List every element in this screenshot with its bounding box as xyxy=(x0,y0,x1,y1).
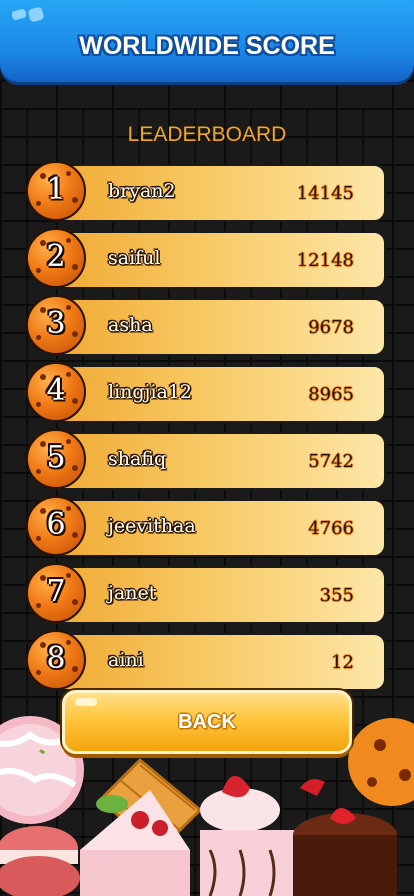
player-name: aini xyxy=(108,649,144,671)
player-score: 12148 xyxy=(296,250,354,271)
player-score: 8965 xyxy=(308,384,354,405)
player-name: lingjia12 xyxy=(108,381,193,403)
page-title: WORLDWIDE SCORE xyxy=(79,32,335,60)
cupcake-icon xyxy=(200,775,295,896)
back-button[interactable]: BACK xyxy=(62,690,352,754)
player-score: 9678 xyxy=(308,317,354,338)
player-score: 4766 xyxy=(308,518,354,539)
player-score: 355 xyxy=(319,585,354,606)
cookie-icon xyxy=(348,718,414,806)
leaderboard-row: 3 asha 9678 xyxy=(24,295,386,356)
leaderboard-title: LEADERBOARD xyxy=(127,123,287,146)
player-name: jeevithaa xyxy=(108,515,196,537)
back-button-label: BACK xyxy=(178,711,236,733)
rank-number: 1 xyxy=(46,172,66,207)
leaderboard-row: 5 shafiq 5742 xyxy=(24,429,386,490)
player-name: janet xyxy=(108,582,157,604)
header-shine xyxy=(27,6,45,23)
leaderboard-row: 1 bryan2 14145 xyxy=(24,161,386,222)
macaron-icon xyxy=(0,826,80,896)
player-score: 14145 xyxy=(296,183,354,204)
leaderboard-row: 4 lingjia12 8965 xyxy=(24,362,386,423)
leaderboard-row: 8 aini 12 xyxy=(24,630,386,691)
player-name: saiful xyxy=(108,247,161,269)
rank-number: 8 xyxy=(46,641,66,676)
rank-number: 3 xyxy=(46,306,66,341)
player-score: 5742 xyxy=(308,451,354,472)
header-bar: WORLDWIDE SCORE xyxy=(0,0,414,82)
rank-number: 6 xyxy=(46,507,66,542)
rank-number: 7 xyxy=(46,574,66,609)
rank-number: 5 xyxy=(46,440,66,475)
player-name: shafiq xyxy=(108,448,167,470)
button-gloss xyxy=(75,698,97,706)
rank-number: 4 xyxy=(46,373,66,408)
player-name: asha xyxy=(108,314,153,336)
leaderboard-row: 2 saiful 12148 xyxy=(24,228,386,289)
player-score: 12 xyxy=(331,652,354,673)
rank-number: 2 xyxy=(46,239,66,274)
leaderboard-row: 7 janet 355 xyxy=(24,563,386,624)
header-shine xyxy=(11,8,27,21)
leaderboard-row: 6 jeevithaa 4766 xyxy=(24,496,386,557)
player-name: bryan2 xyxy=(108,180,176,202)
